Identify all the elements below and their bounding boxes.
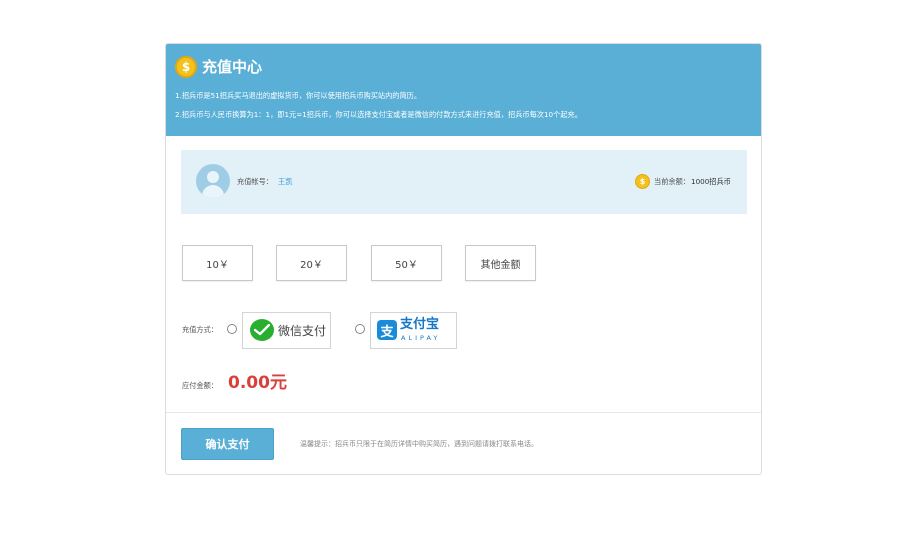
account-info-bar: 充值帐号： 王凯 $ 当前余额： 1000招兵币 xyxy=(181,150,747,214)
wechat-pay-label: 微信支付 xyxy=(278,324,327,338)
wechat-check-icon xyxy=(254,324,270,336)
amount-20-button[interactable]: 20￥ xyxy=(276,245,347,281)
amount-other-button[interactable]: 其他金额 xyxy=(465,245,536,281)
avatar-head-shape xyxy=(207,171,219,183)
divider xyxy=(166,412,761,413)
tip-text: 温馨提示：招兵币只限于在简历详情中购买简历，遇到问题请拨打联系电话。 xyxy=(300,440,538,448)
confirm-pay-button[interactable]: 确认支付 xyxy=(181,428,274,460)
avatar-body-shape xyxy=(202,185,224,198)
balance-value: 1000招兵币 xyxy=(691,177,731,186)
wechat-pay-option[interactable]: 微信支付 xyxy=(242,312,331,349)
balance-label: 当前余额： xyxy=(654,177,690,186)
amount-due-label: 应付金额： xyxy=(182,381,218,390)
notice-line-1: 1.招兵币是51招兵买马退出的虚拟货币，你可以使用招兵币购买站内的简历。 xyxy=(175,91,422,100)
account-label: 充值帐号： xyxy=(237,177,273,186)
alipay-radio[interactable] xyxy=(355,324,365,334)
coin-icon: $ xyxy=(175,56,197,78)
page-title: 充值中心 xyxy=(202,58,263,76)
alipay-label: 支付宝 xyxy=(400,317,440,332)
balance-coin-icon: $ xyxy=(635,174,650,189)
amount-50-button[interactable]: 50￥ xyxy=(371,245,442,281)
wechat-icon xyxy=(250,319,274,341)
avatar xyxy=(196,164,230,198)
notice-line-2: 2.招兵币与人民币换算为1：1，即1元=1招兵币，你可以选择支付宝或者是微信的付… xyxy=(175,110,582,119)
recharge-header: $ 充值中心 1.招兵币是51招兵买马退出的虚拟货币，你可以使用招兵币购买站内的… xyxy=(166,44,761,136)
payment-method-label: 充值方式： xyxy=(182,325,218,334)
wechat-radio[interactable] xyxy=(227,324,237,334)
account-name: 王凯 xyxy=(278,177,293,186)
alipay-icon: 支 xyxy=(377,320,397,340)
alipay-sub-label: ALIPAY xyxy=(401,334,441,342)
amount-due-value: 0.00元 xyxy=(228,373,287,393)
alipay-option[interactable]: 支 支付宝 ALIPAY xyxy=(370,312,457,349)
amount-10-button[interactable]: 10￥ xyxy=(182,245,253,281)
recharge-panel: $ 充值中心 1.招兵币是51招兵买马退出的虚拟货币，你可以使用招兵币购买站内的… xyxy=(165,43,762,475)
